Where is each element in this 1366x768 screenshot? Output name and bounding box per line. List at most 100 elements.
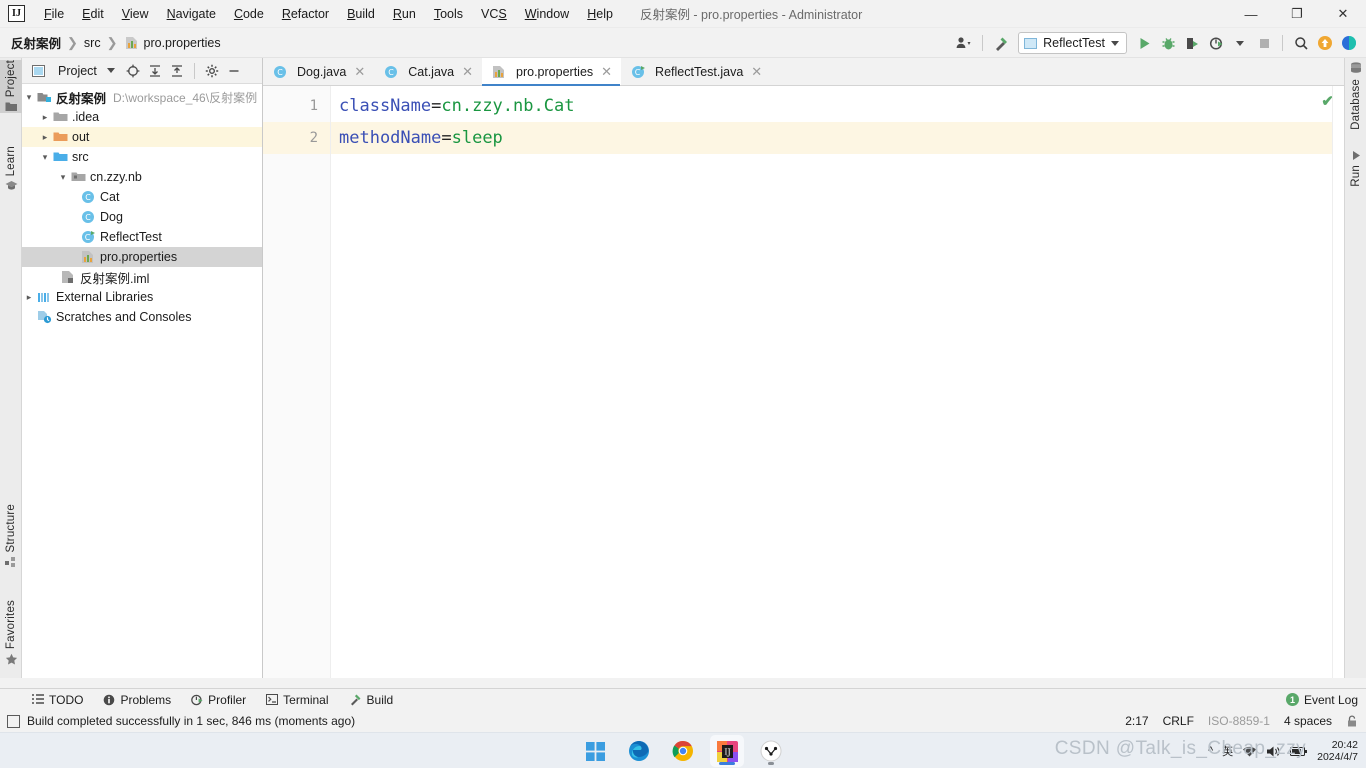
chevron-right-icon[interactable]: ▸ <box>38 112 52 123</box>
tree-label: Scratches and Consoles <box>56 310 192 324</box>
code-line-2[interactable]: methodName=sleep <box>331 122 1344 154</box>
breadcrumb-label: pro.properties <box>143 35 221 50</box>
menu-view[interactable]: View <box>113 3 158 25</box>
chevron-down-icon[interactable] <box>101 61 121 81</box>
chevron-down-icon[interactable]: ▾ <box>56 172 70 183</box>
chevron-down-icon[interactable]: ▾ <box>22 92 36 103</box>
edge-icon[interactable] <box>622 735 656 767</box>
menu-navigate[interactable]: Navigate <box>158 3 225 25</box>
profiler-dropdown-icon[interactable] <box>1229 32 1251 54</box>
collapse-all-icon[interactable] <box>167 61 187 81</box>
run-configuration-selector[interactable]: ReflectTest <box>1018 32 1127 54</box>
ide-icon[interactable] <box>1338 32 1360 54</box>
app-icon[interactable] <box>754 735 788 767</box>
hammer-icon[interactable] <box>990 32 1012 54</box>
breadcrumb-item-project[interactable]: 反射案例 <box>8 31 64 54</box>
tree-row-iml[interactable]: 反射案例.iml <box>22 267 262 287</box>
close-button[interactable]: ✕ <box>1320 0 1366 28</box>
indent-setting[interactable]: 4 spaces <box>1284 714 1332 728</box>
sidebar-item-favorites[interactable]: Favorites <box>0 600 22 666</box>
bottom-item-terminal[interactable]: Terminal <box>256 689 338 711</box>
close-icon[interactable]: ✕ <box>354 64 365 80</box>
close-icon[interactable]: ✕ <box>601 64 612 80</box>
coverage-icon[interactable] <box>1181 32 1203 54</box>
tree-row-idea[interactable]: ▸ .idea <box>22 107 262 127</box>
sidebar-item-run[interactable]: Run <box>1345 150 1366 187</box>
chevron-right-icon[interactable]: ▸ <box>38 132 52 143</box>
menu-window[interactable]: Window <box>516 3 578 25</box>
bottom-item-todo[interactable]: TODO <box>22 689 93 711</box>
tab-label: pro.properties <box>516 64 594 79</box>
tab-cat-java[interactable]: C Cat.java ✕ <box>374 58 482 85</box>
menu-build[interactable]: Build <box>338 3 384 25</box>
chrome-icon[interactable] <box>666 735 700 767</box>
breadcrumb-item-src[interactable]: src <box>81 34 104 52</box>
close-icon[interactable]: ✕ <box>462 64 473 80</box>
tree-row-reflecttest[interactable]: C ReflectTest <box>22 227 262 247</box>
tree-row-cat[interactable]: C Cat <box>22 187 262 207</box>
tree-row-out[interactable]: ▸ out <box>22 127 262 147</box>
menu-vcs[interactable]: VCS <box>472 3 516 25</box>
stop-icon[interactable] <box>1253 32 1275 54</box>
profiler-icon[interactable] <box>1205 32 1227 54</box>
tree-row-scratches[interactable]: Scratches and Consoles <box>22 307 262 327</box>
code-content[interactable]: className=cn.zzy.nb.Cat methodName=sleep… <box>331 86 1344 678</box>
editor-scrollbar[interactable] <box>1332 86 1344 678</box>
menu-run[interactable]: Run <box>384 3 425 25</box>
code-editor[interactable]: 1 2 className=cn.zzy.nb.Cat methodName=s… <box>263 86 1344 678</box>
tree-row-external-libraries[interactable]: ▸ External Libraries <box>22 287 262 307</box>
gear-icon[interactable] <box>202 61 222 81</box>
minimize-button[interactable]: — <box>1228 0 1274 28</box>
property-equals: = <box>441 128 452 148</box>
tab-dog-java[interactable]: C Dog.java ✕ <box>263 58 374 85</box>
run-icon[interactable] <box>1133 32 1155 54</box>
expand-all-icon[interactable] <box>145 61 165 81</box>
file-encoding[interactable]: ISO-8859-1 <box>1208 714 1270 728</box>
menu-code[interactable]: Code <box>225 3 273 25</box>
update-icon[interactable] <box>1314 32 1336 54</box>
sidebar-item-learn[interactable]: Learn <box>0 146 22 191</box>
menu-refactor[interactable]: Refactor <box>273 3 338 25</box>
user-icon[interactable] <box>953 32 975 54</box>
search-icon[interactable] <box>1290 32 1312 54</box>
taskbar-clock[interactable]: 20:42 2024/4/7 <box>1317 739 1358 763</box>
breadcrumb-item-file[interactable]: pro.properties <box>121 34 224 52</box>
sidebar-item-project[interactable]: Project <box>0 60 22 114</box>
menu-help[interactable]: Help <box>578 3 622 25</box>
menu-tools[interactable]: Tools <box>425 3 472 25</box>
close-icon[interactable]: ✕ <box>751 64 762 80</box>
tree-label: 反射案例.iml <box>80 271 150 286</box>
debug-icon[interactable] <box>1157 32 1179 54</box>
line-separator[interactable]: CRLF <box>1163 714 1194 728</box>
hide-panel-icon[interactable] <box>224 61 244 81</box>
maximize-button[interactable]: ❐ <box>1274 0 1320 28</box>
tree-label: Cat <box>100 190 120 204</box>
lock-icon[interactable] <box>1346 714 1358 728</box>
chevron-right-icon[interactable]: ▸ <box>22 292 36 303</box>
start-icon[interactable] <box>578 735 612 767</box>
tree-row-dog[interactable]: C Dog <box>22 207 262 227</box>
build-status-icon[interactable] <box>7 714 20 728</box>
tree-row-pro-properties[interactable]: pro.properties <box>22 247 262 267</box>
code-line-1[interactable]: className=cn.zzy.nb.Cat <box>331 90 1344 122</box>
intellij-icon[interactable]: IJ <box>710 735 744 767</box>
tree-row-src[interactable]: ▾ src <box>22 147 262 167</box>
chevron-down-icon[interactable]: ▾ <box>38 152 52 163</box>
running-indicator <box>719 762 735 765</box>
tab-reflecttest-java[interactable]: C ReflectTest.java ✕ <box>621 58 771 85</box>
tab-pro-properties[interactable]: pro.properties ✕ <box>482 58 622 86</box>
project-tree[interactable]: ▾ 反射案例 D:\workspace_46\反射案例 ▸ .idea ▸ ou… <box>22 84 262 678</box>
bottom-item-build[interactable]: Build <box>339 689 404 711</box>
sidebar-item-database[interactable]: Database <box>1345 62 1366 130</box>
class-icon: C <box>80 190 96 204</box>
caret-position[interactable]: 2:17 <box>1125 714 1148 728</box>
bottom-item-profiler[interactable]: Profiler <box>181 689 256 711</box>
locate-target-icon[interactable] <box>123 61 143 81</box>
tree-row-project[interactable]: ▾ 反射案例 D:\workspace_46\反射案例 <box>22 87 262 107</box>
menu-file[interactable]: File <box>35 3 73 25</box>
event-log-button[interactable]: 1 Event Log <box>1285 693 1358 707</box>
menu-edit[interactable]: Edit <box>73 3 113 25</box>
tree-row-package[interactable]: ▾ cn.zzy.nb <box>22 167 262 187</box>
sidebar-item-structure[interactable]: Structure <box>0 504 22 568</box>
bottom-item-problems[interactable]: Problems <box>93 689 181 711</box>
